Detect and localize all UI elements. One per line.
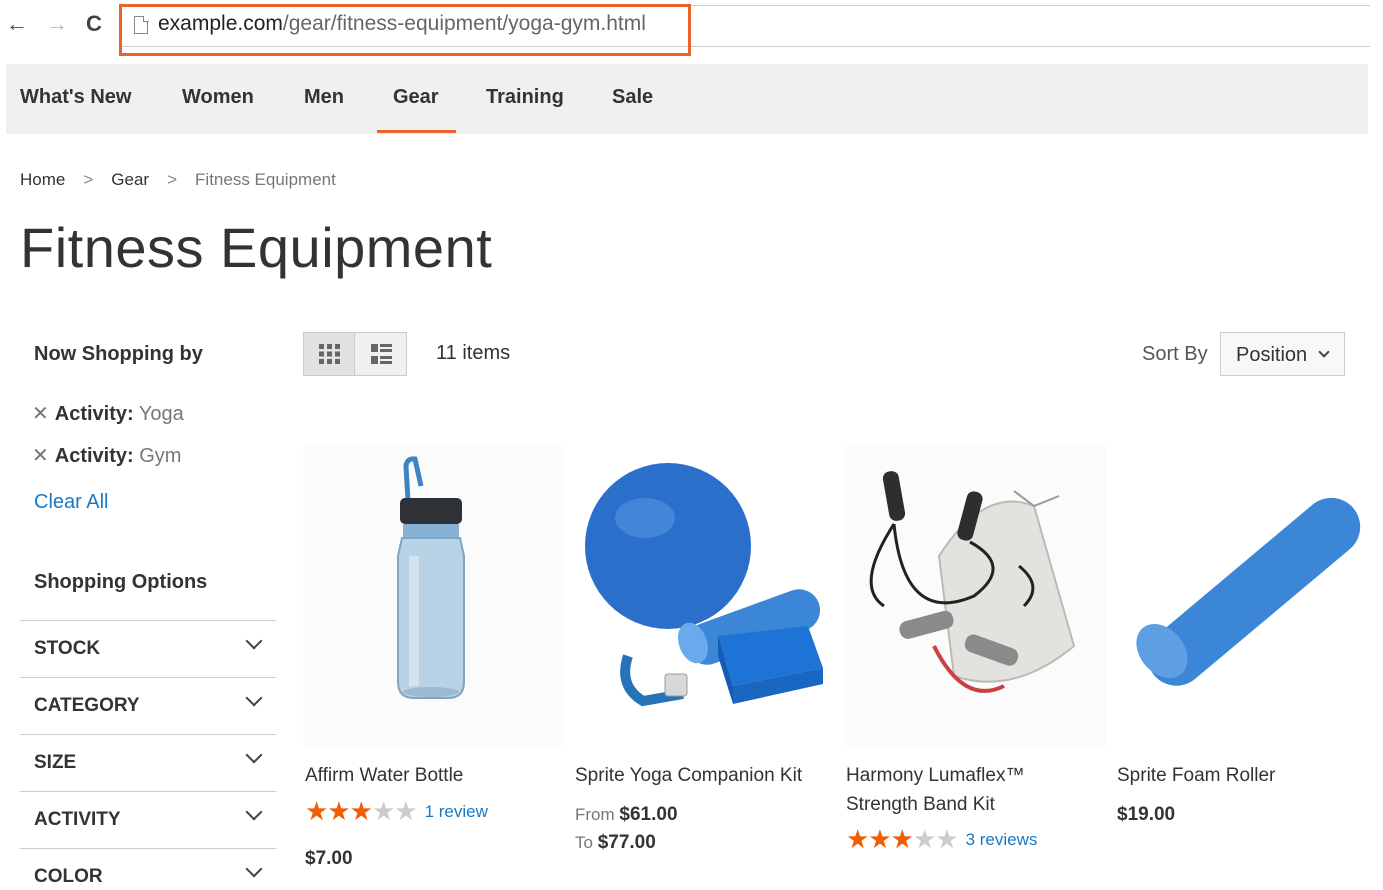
url-highlight-box — [119, 4, 691, 56]
active-nav-indicator — [377, 130, 456, 133]
list-icon — [371, 344, 392, 364]
reload-icon[interactable]: C — [86, 10, 102, 38]
nav-item-whats-new[interactable]: What's New — [20, 86, 131, 109]
price-to-label: To — [575, 833, 593, 852]
sort-by-select[interactable]: Position — [1220, 332, 1345, 376]
back-arrow-icon[interactable]: ← — [6, 10, 28, 38]
chevron-down-icon — [245, 746, 263, 764]
price-to: To $77.00 — [575, 832, 656, 854]
breadcrumb-home[interactable]: Home — [20, 170, 65, 189]
breadcrumb-separator-icon: > — [167, 170, 178, 189]
now-shopping-heading: Now Shopping by — [34, 343, 203, 365]
list-view-button[interactable] — [356, 333, 407, 375]
facet-label: ACTIVITY — [34, 809, 121, 830]
page-title: Fitness Equipment — [20, 216, 493, 279]
facet-label: CATEGORY — [34, 695, 140, 716]
active-filter-gym: ✕ Activity: Gym — [32, 443, 181, 468]
product-rating: ★★★★★ 1 review — [305, 796, 488, 827]
facet-label: COLOR — [34, 866, 103, 887]
filter-value: Yoga — [138, 403, 184, 425]
sort-value: Position — [1236, 344, 1308, 366]
product-name[interactable]: Sprite Foam Roller — [1117, 761, 1372, 790]
product-image[interactable] — [573, 446, 835, 746]
nav-item-gear[interactable]: Gear — [393, 86, 439, 109]
strength-band-kit-image — [844, 446, 1106, 746]
product-image[interactable] — [1115, 446, 1377, 746]
view-mode-switcher — [303, 332, 407, 376]
chevron-down-icon — [245, 632, 263, 650]
star-rating-icon: ★★★★★ — [846, 824, 959, 854]
product-price: $19.00 — [1117, 804, 1176, 825]
reviews-link[interactable]: 3 reviews — [966, 830, 1038, 849]
browser-toolbar: ← → C example.com/gear/fitness-equipment… — [0, 0, 1383, 56]
forward-arrow-icon[interactable]: → — [46, 10, 68, 38]
grid-icon — [319, 344, 340, 364]
chevron-down-icon — [245, 803, 263, 821]
facet-size[interactable]: SIZE — [20, 734, 276, 791]
active-filter-yoga: ✕ Activity: Yoga — [32, 401, 184, 426]
product-image[interactable] — [303, 446, 565, 746]
facet-color[interactable]: COLOR — [20, 848, 276, 890]
star-rating-icon: ★★★★★ — [305, 796, 418, 826]
water-bottle-image — [303, 446, 565, 746]
facet-activity[interactable]: ACTIVITY — [20, 791, 276, 848]
product-rating: ★★★★★ 3 reviews — [846, 824, 1037, 855]
filter-name: Activity: — [54, 445, 134, 467]
product-image[interactable] — [844, 446, 1106, 746]
filter-name: Activity: — [54, 403, 134, 425]
product-name[interactable]: Harmony Lumaflex™ Strength Band Kit — [846, 761, 1101, 819]
price-to-value: $77.00 — [597, 832, 656, 853]
chevron-down-icon — [1318, 346, 1330, 358]
product-name[interactable]: Affirm Water Bottle — [305, 761, 560, 790]
breadcrumb-separator-icon: > — [83, 170, 94, 189]
chevron-down-icon — [245, 860, 263, 878]
sort-by-label: Sort By — [1142, 343, 1208, 365]
facet-label: SIZE — [34, 752, 77, 773]
grid-view-button[interactable] — [304, 333, 355, 375]
price-from-label: From — [575, 805, 615, 824]
foam-roller-image — [1115, 446, 1377, 746]
remove-filter-icon[interactable]: ✕ — [32, 443, 49, 468]
facet-category[interactable]: CATEGORY — [20, 677, 276, 734]
price-from: From $61.00 — [575, 804, 678, 826]
product-price: $7.00 — [305, 848, 353, 869]
yoga-kit-image — [573, 446, 835, 746]
shopping-options-heading: Shopping Options — [34, 571, 208, 593]
filter-value: Gym — [139, 445, 182, 467]
product-name[interactable]: Sprite Yoga Companion Kit — [575, 761, 830, 790]
breadcrumb-current: Fitness Equipment — [195, 170, 336, 189]
nav-item-training[interactable]: Training — [486, 86, 564, 109]
breadcrumb: Home > Gear > Fitness Equipment — [20, 170, 336, 190]
remove-filter-icon[interactable]: ✕ — [32, 401, 49, 426]
clear-all-link[interactable]: Clear All — [34, 491, 108, 514]
chevron-down-icon — [245, 689, 263, 707]
nav-item-women[interactable]: Women — [182, 86, 254, 109]
nav-item-men[interactable]: Men — [304, 86, 344, 109]
main-navigation: What's New Women Men Gear Training Sale — [6, 64, 1368, 134]
reviews-link[interactable]: 1 review — [425, 802, 488, 821]
items-count: 11 items — [436, 342, 511, 364]
price-from-value: $61.00 — [619, 804, 678, 825]
facet-stock[interactable]: STOCK — [20, 620, 276, 677]
facet-label: STOCK — [34, 638, 101, 659]
nav-item-sale[interactable]: Sale — [612, 86, 653, 109]
breadcrumb-gear[interactable]: Gear — [111, 170, 149, 189]
